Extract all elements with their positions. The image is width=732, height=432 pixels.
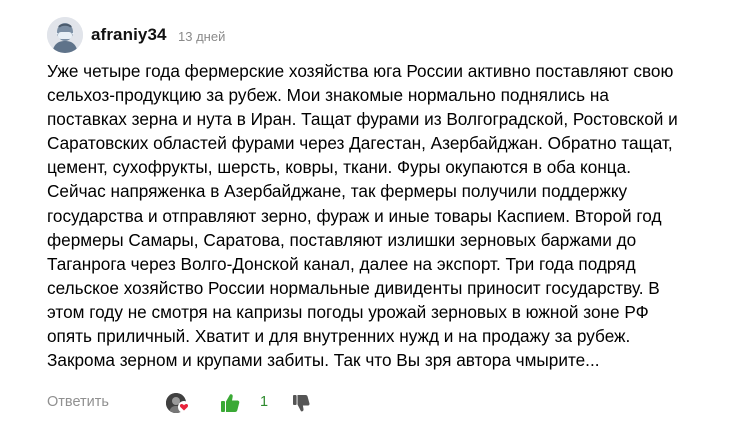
comment-text: Уже четыре года фермерские хозяйства юга… xyxy=(47,61,678,371)
thumbs-down-icon[interactable] xyxy=(291,394,311,414)
user-avatar[interactable] xyxy=(47,17,83,53)
comment-actions: Ответить 1 xyxy=(0,388,732,418)
reactors[interactable] xyxy=(166,393,190,413)
comment-card: afraniy34 13 дней Уже четыре года фермер… xyxy=(0,0,732,432)
avatar-medical-mask-icon xyxy=(47,17,83,53)
like-count: 1 xyxy=(260,394,269,410)
username[interactable]: afraniy34 xyxy=(91,25,167,45)
reply-button[interactable]: Ответить xyxy=(47,394,109,410)
comment-timestamp: 13 дней xyxy=(178,29,226,44)
heart-icon xyxy=(178,401,190,413)
thumbs-up-icon[interactable] xyxy=(219,392,241,414)
